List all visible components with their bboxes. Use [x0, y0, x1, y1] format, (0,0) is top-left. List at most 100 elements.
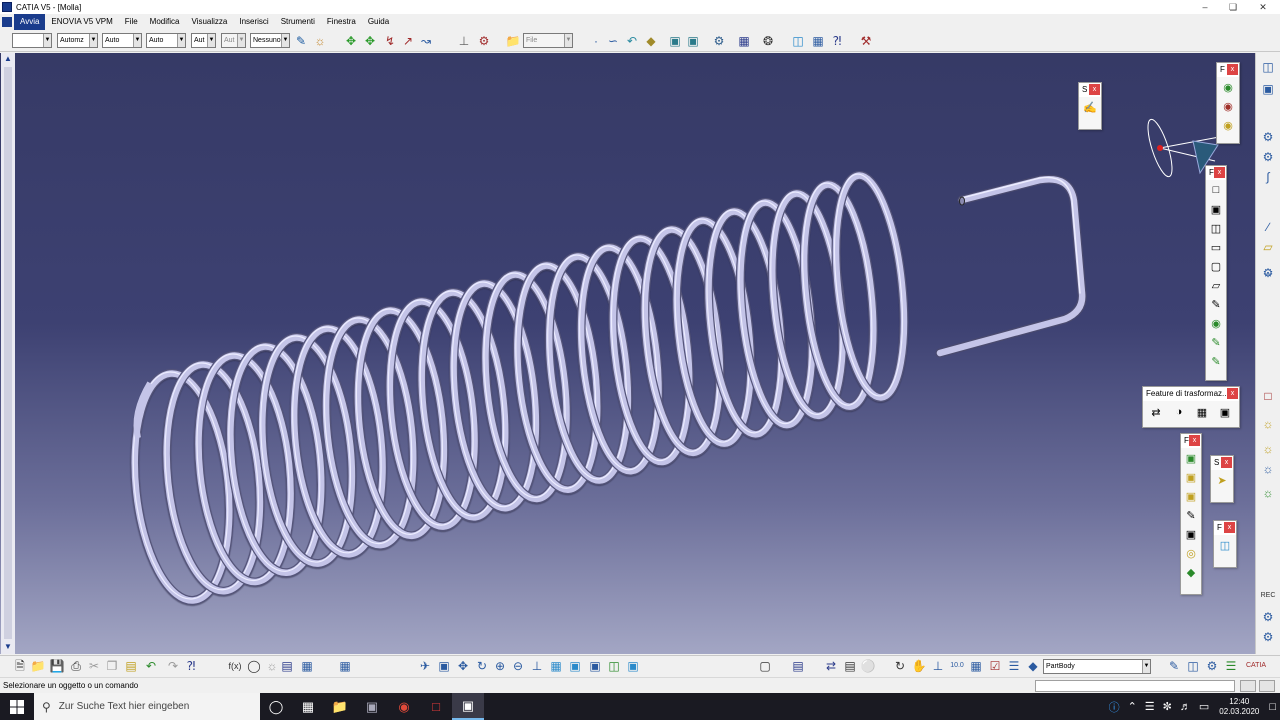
spline-icon[interactable]: ∽ — [605, 33, 621, 49]
sew-icon[interactable]: ✎ — [1206, 352, 1226, 370]
capture-icon[interactable]: ▢ — [757, 658, 773, 674]
close-icon[interactable]: x — [1221, 457, 1232, 468]
battery-icon[interactable]: ▭ — [1195, 700, 1213, 713]
constraint-icon[interactable]: ⚙ — [1260, 265, 1276, 281]
analysis-icon[interactable]: ⚙ — [711, 33, 727, 49]
comment-icon[interactable]: ◯ — [246, 658, 262, 674]
start-button[interactable] — [0, 693, 34, 720]
solid-icon[interactable]: ◆ — [1181, 563, 1201, 581]
spring-coil[interactable] — [188, 351, 301, 587]
compass-icon[interactable]: ↗ — [400, 33, 416, 49]
file-explorer-icon[interactable]: 📁 — [324, 693, 356, 720]
draft-icon[interactable]: ◫ — [1206, 219, 1226, 237]
undo-icon[interactable]: ↶ — [143, 658, 159, 674]
spring-coil[interactable] — [348, 306, 454, 540]
line-icon[interactable]: ∕ — [1260, 219, 1276, 235]
close-icon[interactable]: x — [1089, 84, 1100, 95]
manipulate-icon[interactable]: ✋ — [911, 658, 927, 674]
line-tool-icon[interactable]: ⚙ — [1260, 149, 1276, 165]
surface-based-icon[interactable]: ◫ — [1215, 536, 1235, 554]
volume-icon[interactable]: ♬ — [1176, 701, 1195, 713]
spring-model[interactable] — [0, 53, 1255, 654]
shading-icon[interactable]: ▣ — [587, 658, 603, 674]
layout-icon[interactable]: ▦ — [968, 658, 984, 674]
scroll-down-arrow-icon[interactable]: ▼ — [1, 641, 15, 653]
chrome-icon[interactable]: ◉ — [388, 693, 420, 720]
help-tray-icon[interactable]: ⓘ — [1105, 699, 1124, 715]
point-icon[interactable]: · — [588, 33, 604, 49]
pan-icon[interactable]: ✥ — [455, 658, 471, 674]
union-trim-icon[interactable]: ✎ — [1181, 506, 1201, 524]
open-icon[interactable]: 📁 — [30, 658, 46, 674]
list-icon[interactable]: ☰ — [1006, 658, 1022, 674]
menu-modifica[interactable]: Modifica — [144, 14, 186, 30]
law-icon[interactable]: ▦ — [337, 658, 353, 674]
fit-all-icon[interactable]: ▣ — [436, 658, 452, 674]
taskbar-search-box[interactable]: ⚲ Zur Suche Text hier eingeben — [34, 693, 260, 720]
macro-icon[interactable]: ▦ — [299, 658, 315, 674]
remove-lump-icon[interactable]: ▣ — [1181, 525, 1201, 543]
boolean-icon[interactable]: ◫ — [1185, 658, 1201, 674]
scroll-up-arrow-icon[interactable]: ▲ — [1, 53, 15, 65]
table-icon[interactable]: ▤ — [279, 658, 295, 674]
grid-icon[interactable]: ▦ — [810, 33, 826, 49]
menu-file[interactable]: File — [119, 14, 144, 30]
measure-icon[interactable]: ↝ — [418, 33, 434, 49]
linetype-combo[interactable]: Automz ▼ — [57, 33, 98, 48]
sheet-icon[interactable]: ◫ — [790, 33, 806, 49]
swap-icon[interactable]: ▣ — [625, 658, 641, 674]
viewport-vertical-scrollbar[interactable]: ▲ ▼ — [1, 53, 15, 654]
thickness-combo[interactable]: Auto ▼ — [102, 33, 142, 48]
restore-button[interactable]: ❏ — [1218, 0, 1248, 14]
layer-combo[interactable]: Aut ▼ — [191, 33, 216, 48]
shaft-icon[interactable]: ◉ — [1218, 78, 1238, 96]
plane-tool-icon[interactable]: ▱ — [1260, 239, 1276, 255]
spring-coil[interactable] — [316, 315, 424, 549]
body-icon[interactable]: ◆ — [1025, 658, 1041, 674]
scaling-icon[interactable]: ▣ — [1215, 403, 1235, 421]
formula-icon[interactable]: f(x) — [227, 658, 243, 674]
curve-icon[interactable]: ↶ — [624, 33, 640, 49]
split-icon[interactable]: ✎ — [1206, 333, 1226, 351]
spring-coil[interactable] — [252, 333, 362, 568]
sphere-icon[interactable]: ◎ — [1181, 544, 1201, 562]
insert-body-icon[interactable]: ✎ — [1166, 658, 1182, 674]
features-toolbar-low[interactable]: Fx ▣ ▣ ▣ ✎ ▣ ◎ ◆ — [1180, 433, 1202, 595]
close-button[interactable]: ✕ — [1248, 0, 1278, 14]
menu-enovia[interactable]: ENOVIA V5 VPM — [45, 14, 118, 30]
add-icon[interactable]: ▣ — [1181, 449, 1201, 467]
point-tool-icon[interactable]: ⚙ — [1260, 129, 1276, 145]
parameters-icon[interactable]: 10.0 — [949, 658, 965, 674]
cut-icon[interactable]: ✂ — [86, 658, 102, 674]
transform-features-toolbar[interactable]: Feature di trasformaz... x ⇄ ◑ ▦ ▣ — [1142, 386, 1240, 428]
file-combo[interactable]: File ▼ — [523, 33, 573, 48]
geometry-icon[interactable]: ☰ — [1223, 658, 1239, 674]
notification-icon[interactable]: □ — [1265, 701, 1280, 713]
zoom-tool-icon[interactable]: ⚙ — [1260, 609, 1276, 625]
mirror-icon[interactable]: ◑ — [1169, 403, 1189, 421]
task-view-icon[interactable]: ▦ — [292, 693, 324, 720]
wifi-icon[interactable]: ✼ — [1159, 700, 1176, 713]
remove-icon[interactable]: ▣ — [1181, 468, 1201, 486]
fillet-icon[interactable]: □ — [1206, 181, 1226, 199]
measure-item-icon[interactable]: ▤ — [842, 658, 858, 674]
thickness-icon[interactable]: ▢ — [1206, 257, 1226, 275]
replace-face-icon[interactable]: ◉ — [1206, 314, 1226, 332]
help-icon[interactable]: ⁈ — [829, 33, 845, 49]
tree-icon[interactable]: ▤ — [790, 658, 806, 674]
close-icon[interactable]: x — [1227, 388, 1238, 399]
pad-icon[interactable]: ▣ — [667, 33, 683, 49]
render-icon[interactable]: ☼ — [1260, 441, 1276, 457]
status-button-2[interactable] — [1259, 680, 1275, 692]
surface-icon[interactable]: ◆ — [643, 33, 659, 49]
close-icon[interactable]: x — [1189, 435, 1200, 446]
record-icon[interactable]: REC — [1260, 588, 1276, 604]
view-mode-icon[interactable]: ▦ — [736, 33, 752, 49]
copy-icon[interactable]: ❐ — [104, 658, 120, 674]
filter-combo[interactable]: Nessuno ▼ — [250, 33, 290, 48]
catalog-icon[interactable]: ⚙ — [476, 33, 492, 49]
zoom-out-icon[interactable]: ⊖ — [510, 658, 526, 674]
menu-guida[interactable]: Guida — [362, 14, 395, 30]
spring-coil[interactable] — [220, 342, 331, 577]
pocket-icon[interactable]: ▣ — [685, 33, 701, 49]
